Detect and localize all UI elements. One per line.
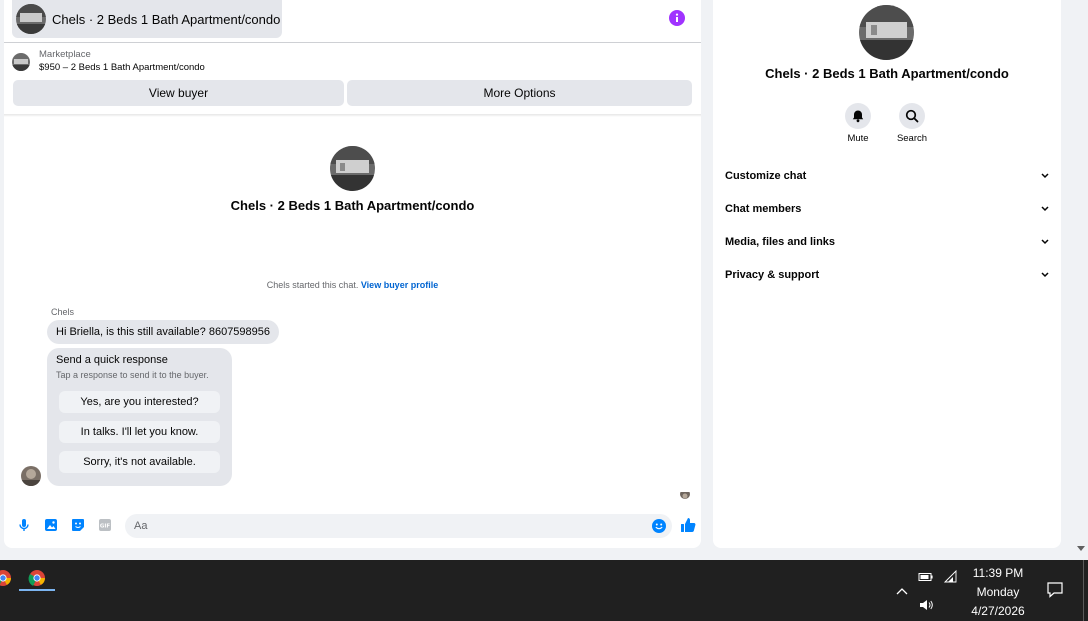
view-buyer-button[interactable]: View buyer bbox=[13, 80, 344, 106]
quick-response-title: Send a quick response bbox=[56, 354, 168, 366]
section-label: Chat members bbox=[725, 203, 802, 215]
clock-day: Monday bbox=[976, 585, 1020, 599]
photo-icon[interactable] bbox=[44, 518, 58, 532]
view-buyer-profile-link[interactable]: View buyer profile bbox=[361, 280, 438, 290]
listing-avatar bbox=[16, 4, 46, 34]
chat-members-section[interactable]: Chat members bbox=[725, 199, 1049, 219]
system-clock[interactable]: 11:39 PM Monday 4/27/2026 bbox=[963, 564, 1033, 621]
active-app-indicator bbox=[19, 589, 55, 591]
media-files-links-section[interactable]: Media, files and links bbox=[725, 232, 1049, 252]
search-in-conversation-button[interactable]: Search bbox=[887, 103, 937, 144]
quick-response-option[interactable]: Yes, are you interested? bbox=[59, 391, 220, 413]
windows-taskbar: 11:39 PM Monday 4/27/2026 bbox=[0, 560, 1088, 621]
chevron-down-icon bbox=[1041, 239, 1049, 245]
battery-icon[interactable] bbox=[918, 569, 934, 585]
chat-started-notice: Chels started this chat. View buyer prof… bbox=[4, 280, 701, 290]
info-name: Chels · 2 Beds 1 Bath Apartment/condo bbox=[765, 66, 1009, 81]
read-receipt-avatar bbox=[680, 489, 690, 499]
wifi-icon[interactable] bbox=[943, 569, 959, 585]
conversation-intro: Chels · 2 Beds 1 Bath Apartment/condo bbox=[4, 146, 701, 213]
conversation-info-panel: Chels · 2 Beds 1 Bath Apartment/condo Mu… bbox=[713, 0, 1061, 548]
search-label: Search bbox=[896, 133, 928, 144]
search-icon bbox=[905, 109, 919, 123]
sender-avatar[interactable] bbox=[21, 466, 41, 486]
mute-button[interactable]: Mute bbox=[833, 103, 883, 144]
volume-icon[interactable] bbox=[918, 597, 934, 613]
quick-response-card: Send a quick response Tap a response to … bbox=[47, 348, 232, 486]
notifications-icon[interactable] bbox=[1046, 581, 1064, 599]
message-input[interactable] bbox=[134, 514, 634, 538]
chrome-icon bbox=[0, 570, 11, 586]
chevron-down-icon bbox=[1041, 206, 1049, 212]
show-desktop-edge[interactable] bbox=[1083, 560, 1084, 621]
listing-price-title: $950 – 2 Beds 1 Bath Apartment/condo bbox=[39, 62, 205, 73]
taskbar-app-chrome-active[interactable] bbox=[20, 564, 54, 592]
header-shadow bbox=[4, 114, 701, 117]
sender-name: Chels bbox=[51, 307, 75, 317]
quick-response-option[interactable]: Sorry, it's not available. bbox=[59, 451, 220, 473]
microphone-icon[interactable] bbox=[17, 518, 31, 532]
quick-response-option[interactable]: In talks. I'll let you know. bbox=[59, 421, 220, 443]
chat-header[interactable]: Chels · 2 Beds 1 Bath Apartment/condo bbox=[12, 0, 282, 38]
gif-icon[interactable]: GIF bbox=[98, 518, 112, 532]
info-icon[interactable] bbox=[669, 10, 685, 26]
header-divider bbox=[4, 42, 701, 43]
chrome-icon bbox=[28, 570, 45, 586]
section-label: Media, files and links bbox=[725, 236, 836, 248]
section-label: Privacy & support bbox=[725, 269, 820, 281]
chevron-up-icon[interactable] bbox=[894, 584, 910, 600]
marketplace-label: Marketplace bbox=[39, 49, 91, 60]
bell-icon bbox=[852, 110, 864, 123]
chevron-down-icon bbox=[1041, 272, 1049, 278]
mute-label: Mute bbox=[847, 133, 869, 144]
privacy-support-section[interactable]: Privacy & support bbox=[725, 265, 1049, 285]
message-composer bbox=[125, 514, 672, 538]
chat-started-text: Chels started this chat. bbox=[266, 280, 359, 290]
quick-response-subtitle: Tap a response to send it to the buyer. bbox=[56, 370, 209, 380]
svg-text:GIF: GIF bbox=[100, 524, 111, 530]
clock-date: 4/27/2026 bbox=[971, 604, 1025, 618]
marketplace-listing-row[interactable]: Marketplace $950 – 2 Beds 1 Bath Apartme… bbox=[12, 49, 205, 74]
taskbar-app-chrome[interactable] bbox=[0, 564, 20, 592]
chat-panel: Chels · 2 Beds 1 Bath Apartment/condo Ma… bbox=[4, 0, 701, 548]
listing-thumbnail bbox=[12, 52, 30, 71]
more-options-button[interactable]: More Options bbox=[347, 80, 692, 106]
conversation-avatar[interactable] bbox=[330, 146, 375, 191]
thumbs-up-icon[interactable] bbox=[680, 517, 696, 533]
chevron-down-icon bbox=[1041, 173, 1049, 179]
section-label: Customize chat bbox=[725, 170, 807, 182]
emoji-icon[interactable] bbox=[652, 519, 666, 533]
incoming-message-bubble[interactable]: Hi Briella, is this still available? 860… bbox=[47, 320, 280, 344]
clock-time: 11:39 PM bbox=[972, 566, 1024, 580]
customize-chat-section[interactable]: Customize chat bbox=[725, 166, 1049, 186]
conversation-name: Chels · 2 Beds 1 Bath Apartment/condo bbox=[230, 198, 475, 213]
sticker-icon[interactable] bbox=[71, 518, 85, 532]
chat-title: Chels · 2 Beds 1 Bath Apartment/condo bbox=[52, 11, 281, 27]
scrollbar-down-arrow[interactable] bbox=[1077, 546, 1085, 551]
info-avatar[interactable] bbox=[859, 5, 914, 60]
